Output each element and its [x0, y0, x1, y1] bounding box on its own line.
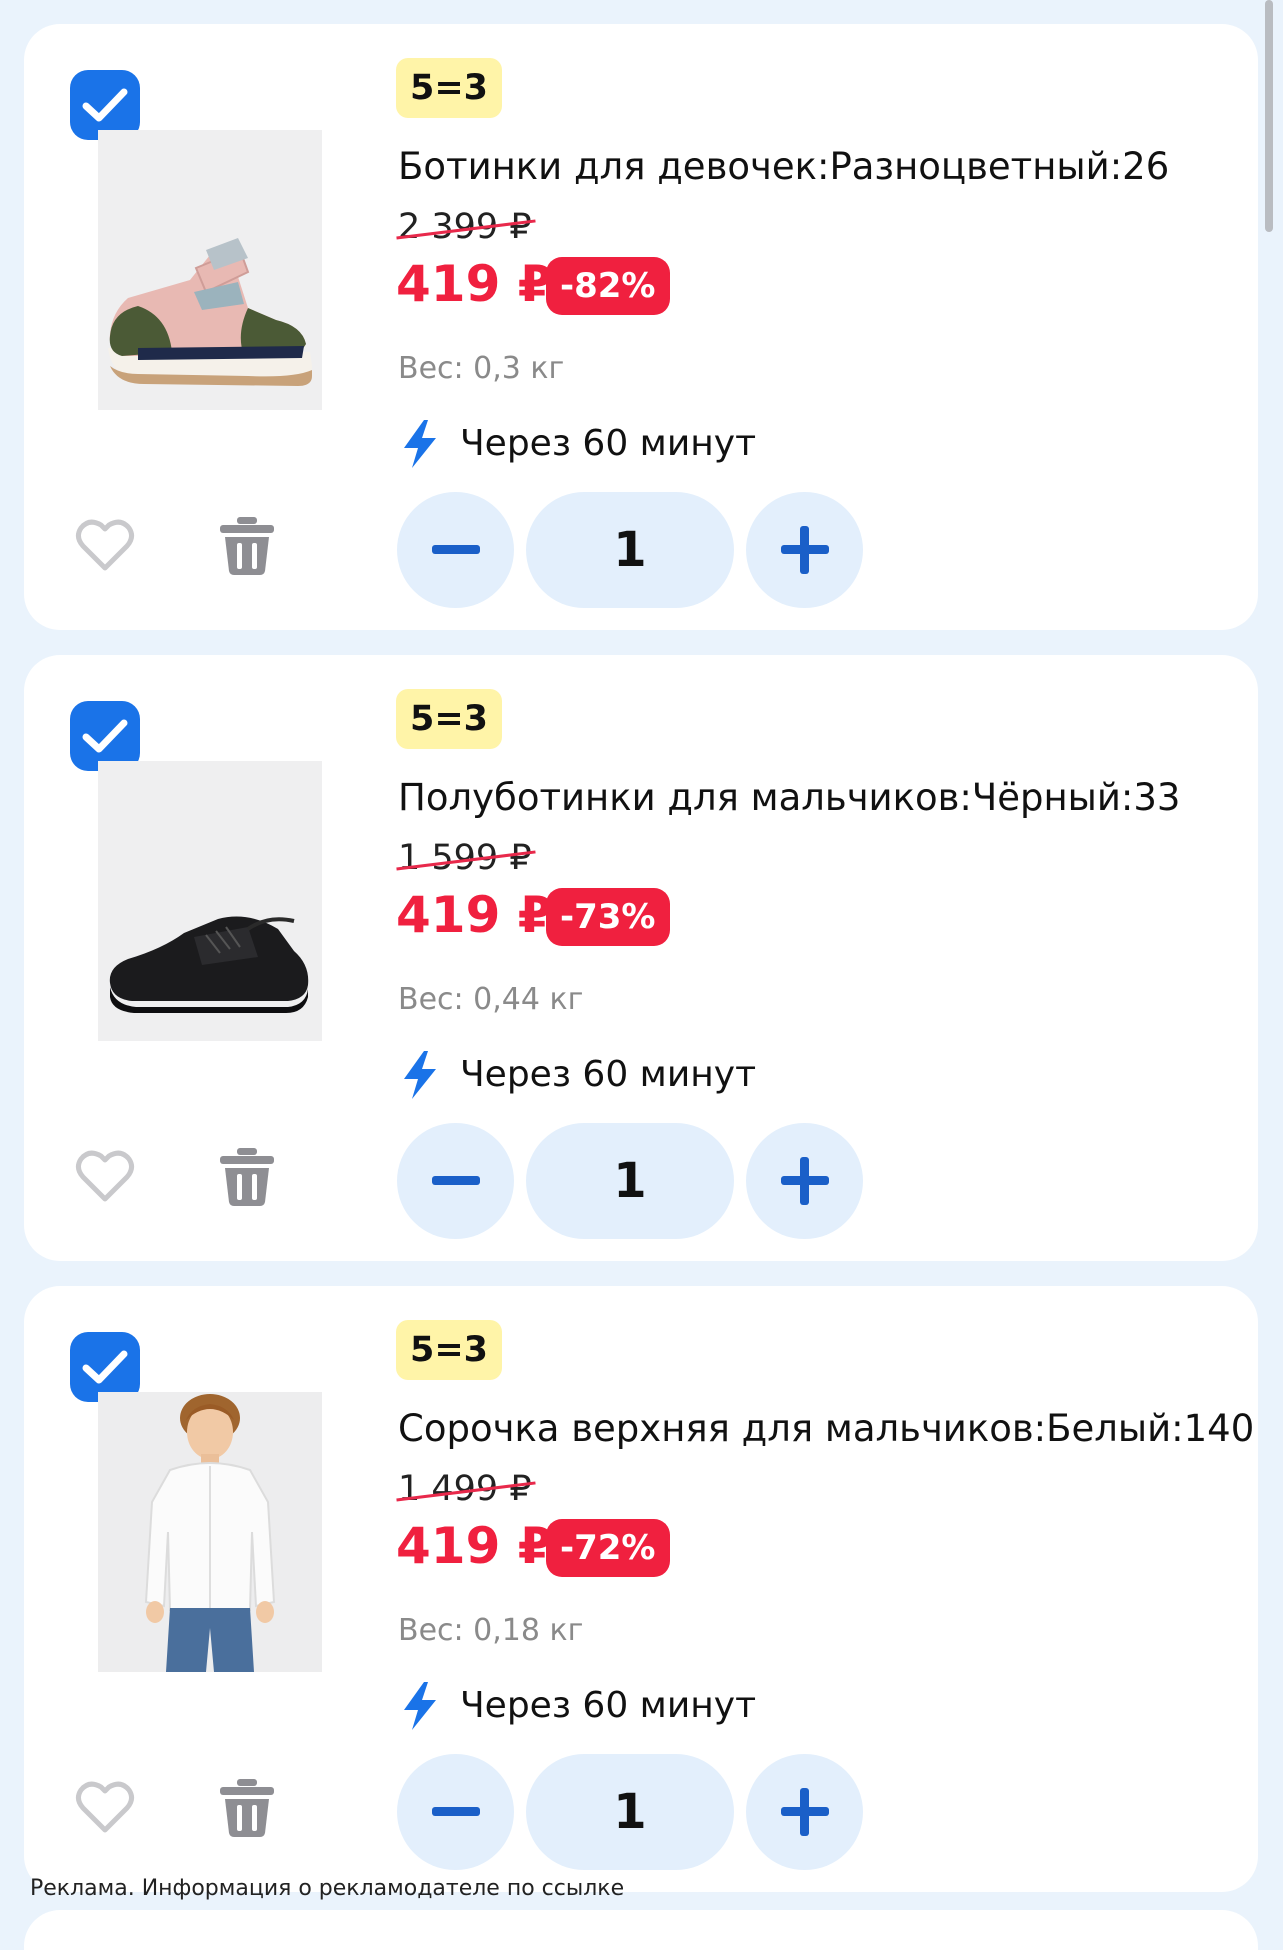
current-price: 419 ₽ — [396, 255, 553, 313]
lightning-icon — [404, 1051, 436, 1099]
increase-quantity-button[interactable] — [746, 1754, 863, 1870]
old-price: 1 599 ₽ — [396, 835, 536, 881]
quantity-value[interactable]: 1 — [526, 1754, 734, 1870]
current-price: 419 ₽ — [396, 886, 553, 944]
minus-icon — [431, 545, 480, 554]
product-image-girls-boots[interactable] — [98, 130, 322, 410]
product-weight: Вес: 0,18 кг — [398, 1613, 584, 1648]
checkmark-icon — [82, 1350, 128, 1384]
heart-outline-icon[interactable] — [75, 1781, 135, 1835]
product-title[interactable]: Сорочка верхняя для мальчиков:Белый:140 — [398, 1404, 1254, 1454]
minus-icon — [431, 1807, 480, 1816]
plus-icon — [780, 1788, 829, 1836]
plus-icon — [780, 526, 829, 574]
checkmark-icon — [82, 88, 128, 122]
lightning-icon — [404, 1682, 436, 1730]
plus-icon — [780, 1157, 829, 1205]
next-card-edge — [24, 1910, 1258, 1950]
product-weight: Вес: 0,44 кг — [398, 982, 584, 1017]
cart-item-card: 5=3 Полуботинки для мальчиков:Чёрный:33 … — [24, 655, 1258, 1261]
increase-quantity-button[interactable] — [746, 1123, 863, 1239]
product-title[interactable]: Полуботинки для мальчиков:Чёрный:33 — [398, 773, 1180, 823]
delivery-time: Через 60 минут — [460, 1685, 757, 1726]
decrease-quantity-button[interactable] — [397, 1754, 514, 1870]
minus-icon — [431, 1176, 480, 1185]
decrease-quantity-button[interactable] — [397, 1123, 514, 1239]
heart-outline-icon[interactable] — [75, 519, 135, 573]
discount-badge: -82% — [546, 257, 670, 315]
discount-badge: -72% — [546, 1519, 670, 1577]
cart-item-card: 5=3 Сорочка верхняя для мальчиков:Белый:… — [24, 1286, 1258, 1892]
promo-badge: 5=3 — [396, 689, 503, 749]
product-title[interactable]: Ботинки для девочек:Разноцветный:26 — [398, 142, 1169, 192]
old-price: 1 499 ₽ — [396, 1466, 536, 1512]
quantity-value[interactable]: 1 — [526, 492, 734, 608]
product-image-boys-black-sneakers[interactable] — [98, 761, 322, 1041]
delivery-time: Через 60 минут — [460, 1054, 757, 1095]
trash-icon[interactable] — [217, 1777, 277, 1839]
decrease-quantity-button[interactable] — [397, 492, 514, 608]
delivery-time: Через 60 минут — [460, 423, 757, 464]
scrollbar[interactable] — [1265, 0, 1273, 232]
checkmark-icon — [82, 719, 128, 753]
current-price: 419 ₽ — [396, 1517, 553, 1575]
discount-badge: -73% — [546, 888, 670, 946]
trash-icon[interactable] — [217, 515, 277, 577]
increase-quantity-button[interactable] — [746, 492, 863, 608]
product-image-boy-white-shirt[interactable] — [98, 1392, 322, 1672]
trash-icon[interactable] — [217, 1146, 277, 1208]
cart-item-card: 5=3 Ботинки для девочек:Разноцветный:26 … — [24, 24, 1258, 630]
lightning-icon — [404, 420, 436, 468]
promo-badge: 5=3 — [396, 58, 503, 118]
promo-badge: 5=3 — [396, 1320, 503, 1380]
product-weight: Вес: 0,3 кг — [398, 351, 565, 386]
ad-disclosure-link[interactable]: Реклама. Информация о рекламодателе по с… — [30, 1874, 624, 1904]
heart-outline-icon[interactable] — [75, 1150, 135, 1204]
quantity-value[interactable]: 1 — [526, 1123, 734, 1239]
old-price: 2 399 ₽ — [396, 204, 536, 250]
